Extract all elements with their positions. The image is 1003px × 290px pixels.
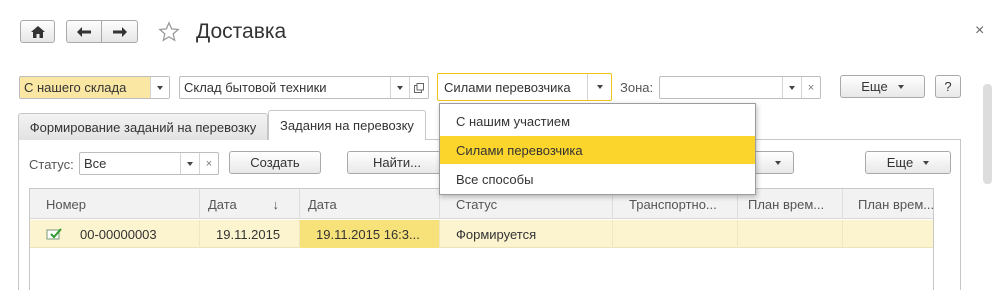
find-button[interactable]: Найти...	[347, 151, 447, 174]
dropdown-option-selected[interactable]: Силами перевозчика	[440, 136, 755, 164]
forward-button[interactable]	[101, 20, 138, 43]
tab-formation-label: Формирование заданий на перевозку	[29, 119, 257, 135]
chevron-down-icon[interactable]	[390, 77, 409, 98]
cell-number[interactable]: 00-00000003	[30, 220, 200, 248]
delivery-method-select[interactable]: Силами перевозчика	[437, 73, 612, 101]
tab-formation[interactable]: Формирование заданий на перевозку	[18, 113, 268, 140]
column-header-plan-time-2[interactable]: План врем...	[843, 189, 933, 219]
source-select-value: С нашего склада	[24, 80, 127, 95]
home-icon	[30, 25, 45, 38]
cell-number-value: 00-00000003	[80, 226, 157, 242]
more-button-list[interactable]: Еще	[865, 151, 951, 174]
column-header-date-label: Дата	[208, 196, 237, 212]
create-button-label: Создать	[250, 155, 300, 170]
chevron-down-icon[interactable]	[180, 153, 199, 174]
status-select[interactable]: Все ×	[79, 152, 219, 175]
column-header-number[interactable]: Номер	[30, 189, 200, 219]
chevron-down-icon	[923, 160, 930, 165]
cell-plan-time-2[interactable]	[843, 220, 933, 248]
transport-tasks-table[interactable]: Номер Дата ↓ Дата Статус Транспортно... …	[29, 188, 934, 290]
clear-icon[interactable]: ×	[801, 77, 820, 98]
sort-arrow-icon: ↓	[272, 196, 280, 212]
home-button[interactable]	[20, 20, 55, 43]
status-select-value: Все	[84, 156, 107, 171]
cell-date2[interactable]: 19.11.2015 16:3...	[300, 220, 440, 248]
status-label: Статус:	[29, 157, 74, 172]
zone-label: Зона:	[620, 80, 654, 95]
column-header-date2[interactable]: Дата	[300, 189, 440, 219]
open-link-icon[interactable]	[409, 77, 428, 98]
cell-date[interactable]: 19.11.2015	[200, 220, 300, 248]
table-row[interactable]: 00-00000003 19.11.2015 19.11.2015 16:3..…	[30, 220, 933, 248]
chevron-down-icon[interactable]	[782, 77, 801, 98]
warehouse-select-value: Склад бытовой техники	[184, 80, 327, 95]
favorite-star-icon[interactable]	[158, 21, 180, 46]
column-header-date[interactable]: Дата ↓	[200, 189, 300, 219]
create-button[interactable]: Создать	[229, 151, 321, 174]
help-button[interactable]: ?	[935, 75, 961, 98]
arrow-left-icon	[77, 26, 91, 37]
clear-icon[interactable]: ×	[199, 153, 218, 174]
cell-transport[interactable]	[613, 220, 738, 248]
dropdown-option[interactable]: Все способы	[440, 165, 755, 193]
arrow-right-icon	[112, 26, 127, 37]
cell-status[interactable]: Формируется	[440, 220, 613, 248]
chevron-down-icon	[775, 160, 781, 165]
dropdown-option[interactable]: С нашим участием	[440, 107, 755, 135]
document-posted-icon	[46, 228, 62, 240]
delivery-method-value: Силами перевозчика	[444, 79, 571, 95]
more-button-list-label: Еще	[886, 155, 914, 170]
source-select[interactable]: С нашего склада	[19, 76, 170, 99]
chevron-down-icon[interactable]	[587, 74, 611, 100]
zone-select[interactable]: ×	[659, 76, 821, 99]
delivery-method-dropdown: С нашим участием Силами перевозчика Все …	[439, 103, 756, 195]
cell-plan-time-1[interactable]	[738, 220, 843, 248]
close-icon[interactable]: ×	[975, 22, 984, 40]
chevron-down-icon	[897, 84, 904, 89]
help-button-label: ?	[944, 79, 952, 94]
back-button[interactable]	[66, 20, 102, 43]
more-button-top[interactable]: Еще	[840, 75, 925, 98]
tab-transport-tasks[interactable]: Задания на перевозку	[268, 110, 426, 140]
more-button-label: Еще	[861, 79, 888, 94]
page-title: Доставка	[196, 20, 287, 43]
warehouse-select[interactable]: Склад бытовой техники	[179, 76, 429, 99]
find-button-label: Найти...	[373, 155, 421, 170]
window-scrollbar[interactable]	[983, 84, 992, 184]
chevron-down-icon[interactable]	[150, 77, 169, 98]
tab-transport-tasks-label: Задания на перевозку	[280, 118, 414, 133]
